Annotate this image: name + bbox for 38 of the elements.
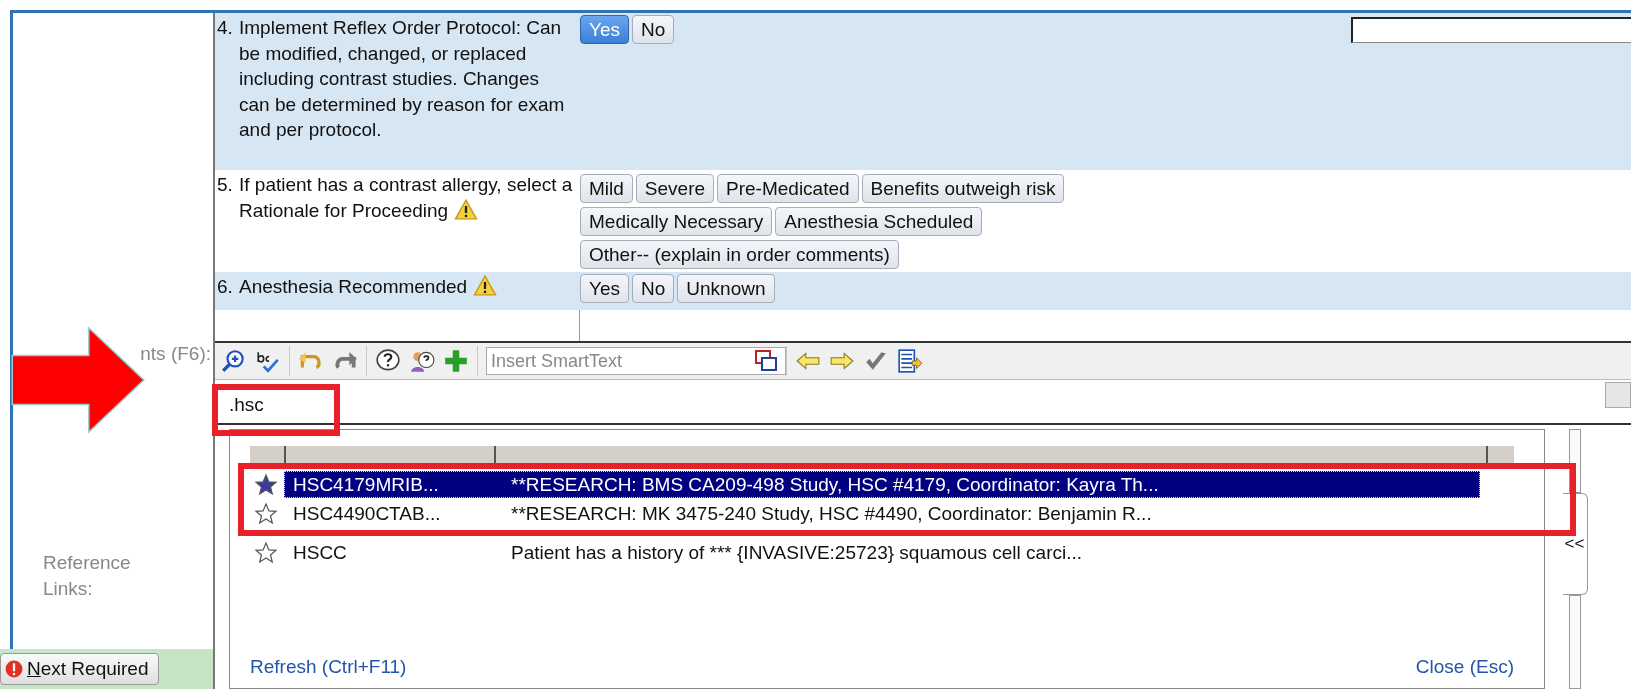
question-text: Implement Reflex Order Protocol: Can be modified, changed, or replaced including contrast studies. Changes can be determined by reason for exam and per protocol.	[239, 16, 566, 142]
warning-icon	[454, 198, 479, 220]
list-item[interactable]: HSC4179MRIB... **RESEARCH: BMS CA209-498 Study, HSC #4179, Coordinator: Kayra Th...	[284, 471, 1480, 498]
add-icon[interactable]	[443, 348, 469, 374]
option-button[interactable]: Anesthesia Scheduled	[775, 207, 983, 236]
option-button[interactable]: Other-- (explain in order comments)	[580, 240, 899, 269]
option-button[interactable]: Yes	[580, 274, 629, 303]
list-item[interactable]: HSCC Patient has a history of *** {INVASIVE:25723} squamous cell carci...	[284, 539, 1480, 566]
option-button[interactable]: Mild	[580, 174, 633, 203]
smarttext-field[interactable]: Insert SmartText	[486, 347, 786, 375]
option-button[interactable]: Pre-Medicated	[717, 174, 859, 203]
option-button[interactable]: Benefits outweigh risk	[861, 174, 1065, 203]
close-link[interactable]: Close (Esc)	[1415, 656, 1514, 678]
question-number: 5.	[217, 173, 234, 197]
comments-label: nts (F6):	[140, 343, 212, 365]
comment-text-field[interactable]: .hsc	[229, 393, 264, 416]
zoom-icon[interactable]	[221, 348, 247, 374]
list-arrow-icon[interactable]	[897, 348, 923, 374]
option-button[interactable]: No	[632, 274, 675, 303]
question-number: 6.	[217, 275, 234, 299]
star-icon[interactable]	[254, 501, 278, 526]
next-required-button[interactable]: Next Required	[0, 653, 160, 685]
question-text: Anesthesia Recommended	[239, 274, 574, 308]
option-button[interactable]: Unknown	[677, 274, 775, 303]
scrollbar[interactable]	[1569, 595, 1581, 689]
warning-icon	[473, 275, 498, 296]
error-icon	[5, 660, 23, 678]
option-button[interactable]: No	[632, 15, 675, 44]
option-button[interactable]: Medically Necessary	[580, 207, 773, 236]
option-button[interactable]: Severe	[635, 174, 715, 203]
star-icon[interactable]	[254, 540, 278, 565]
comment-input[interactable]	[1351, 17, 1631, 43]
question-number: 4.	[217, 16, 234, 40]
star-icon[interactable]	[254, 472, 278, 497]
refresh-link[interactable]: Refresh (Ctrl+F11)	[250, 656, 407, 678]
list-item[interactable]: HSC4490CTAB... **RESEARCH: MK 3475-240 Study, HSC #4490, Coordinator: Benjamin R...	[284, 500, 1480, 527]
question-text: If patient has a contrast allergy, select a Rationale for Proceeding	[239, 173, 574, 223]
reference-links-label: Reference Links:	[43, 551, 132, 601]
